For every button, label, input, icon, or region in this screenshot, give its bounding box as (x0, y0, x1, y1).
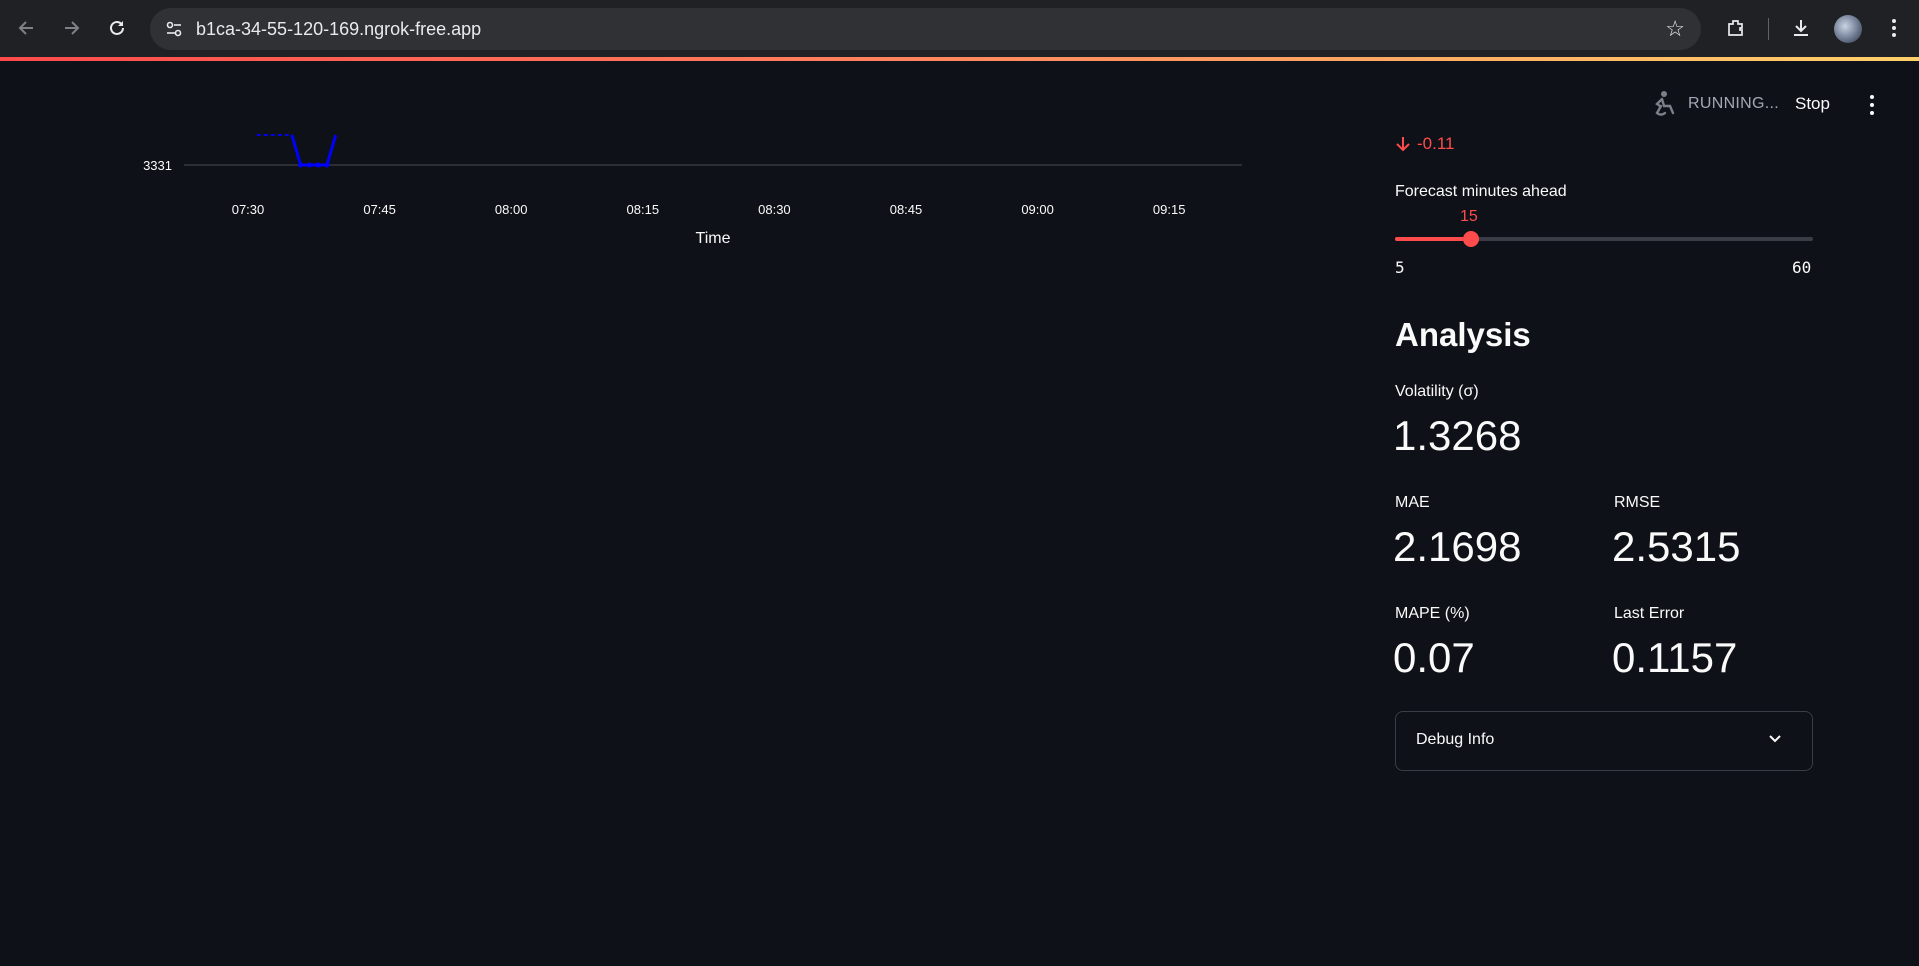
volatility-label: Volatility (σ) (1395, 383, 1479, 400)
slider-min-label: 5 (1395, 258, 1405, 277)
site-info-icon[interactable] (162, 17, 186, 41)
stop-button[interactable]: Stop (1795, 94, 1830, 114)
last-error-value: 0.1157 (1612, 634, 1738, 681)
y-tick-label: 3331 (143, 158, 172, 173)
mape-value: 0.07 (1393, 634, 1475, 681)
slider-current-value: 15 (1460, 208, 1478, 225)
forecast-slider[interactable] (1395, 231, 1813, 247)
app-menu-icon[interactable] (1862, 92, 1882, 118)
url-text[interactable]: b1ca-34-55-120-169.ngrok-free.app (196, 19, 481, 40)
x-tick-label: 08:00 (495, 202, 528, 217)
extensions-icon[interactable] (1722, 14, 1750, 42)
x-tick-label: 08:45 (890, 202, 923, 217)
series-point (298, 162, 304, 168)
x-tick-label: 07:30 (232, 202, 265, 217)
toolbar-divider (1768, 18, 1769, 40)
bookmark-star-icon[interactable]: ☆ (1665, 16, 1685, 42)
metric-delta: -0.11 (1395, 134, 1455, 154)
slider-max-label: 60 (1792, 258, 1812, 277)
running-status: RUNNING... (1688, 95, 1779, 112)
series-point (324, 162, 330, 168)
running-person-icon (1649, 90, 1675, 118)
arrow-down-icon (1396, 137, 1410, 152)
rmse-value: 2.5315 (1612, 523, 1741, 570)
series-point (306, 162, 312, 168)
chevron-down-icon (1769, 735, 1781, 743)
downloads-icon[interactable] (1787, 14, 1815, 42)
mae-label: MAE (1395, 494, 1430, 511)
delta-value: -0.11 (1417, 134, 1455, 153)
mae-value: 2.1698 (1393, 523, 1522, 570)
slider-label: Forecast minutes ahead (1395, 183, 1567, 200)
slider-fill (1395, 237, 1471, 241)
series-layer (256, 134, 338, 168)
x-tick-labels: 07:30 07:45 08:00 08:15 08:30 08:45 09:00 09:15 (232, 202, 1186, 217)
x-axis-title: Time (696, 230, 731, 247)
address-bar[interactable]: b1ca-34-55-120-169.ngrok-free.app ☆ (150, 8, 1701, 50)
forecast-line-chart: 3331 07:30 07:45 08:00 08:15 08:30 08:45 09:00… (143, 134, 1242, 247)
x-tick-label: 09:00 (1021, 202, 1054, 217)
mape-label: MAPE (%) (1395, 605, 1470, 622)
last-error-label: Last Error (1614, 605, 1685, 622)
x-tick-label: 09:15 (1153, 202, 1186, 217)
x-tick-label: 07:45 (363, 202, 396, 217)
series-point (315, 162, 321, 168)
analysis-heading: Analysis (1395, 316, 1531, 353)
forward-icon[interactable] (58, 15, 84, 41)
reload-icon[interactable] (104, 15, 130, 41)
back-icon[interactable] (14, 15, 40, 41)
debug-info-label: Debug Info (1416, 731, 1495, 748)
slider-thumb[interactable] (1462, 231, 1479, 247)
chrome-menu-icon[interactable] (1880, 14, 1908, 42)
x-tick-label: 08:15 (627, 202, 660, 217)
browser-toolbar: b1ca-34-55-120-169.ngrok-free.app ☆ (0, 0, 1919, 61)
debug-info-expander[interactable]: Debug Info (1395, 711, 1813, 771)
profile-avatar[interactable] (1834, 15, 1862, 43)
rmse-label: RMSE (1614, 494, 1661, 511)
x-tick-label: 08:30 (758, 202, 791, 217)
series-line-1 (290, 134, 338, 167)
volatility-value: 1.3268 (1393, 412, 1522, 459)
